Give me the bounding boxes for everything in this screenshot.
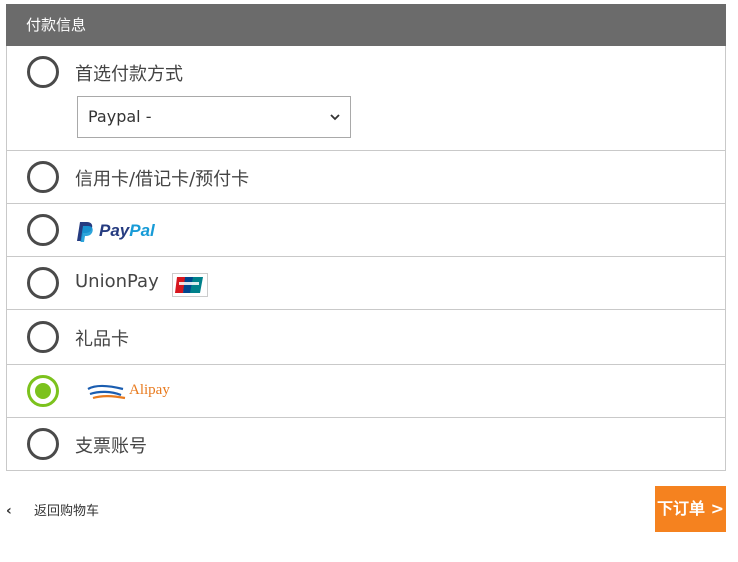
radio-card[interactable] bbox=[27, 161, 59, 193]
option-alipay[interactable]: Alipay bbox=[7, 364, 725, 417]
chevron-left-icon: ‹ bbox=[6, 503, 12, 519]
preferred-method-value: Paypal - bbox=[88, 107, 152, 126]
option-giftcard[interactable]: 礼品卡 bbox=[7, 309, 725, 364]
option-preferred[interactable]: 首选付款方式 Paypal - bbox=[7, 46, 725, 150]
paypal-wordmark: PayPal bbox=[99, 221, 155, 240]
chevron-down-icon bbox=[330, 97, 340, 153]
radio-paypal[interactable] bbox=[27, 214, 59, 246]
option-card-label: 信用卡/借记卡/预付卡 bbox=[75, 169, 250, 190]
option-preferred-label: 首选付款方式 bbox=[75, 64, 183, 85]
option-check[interactable]: 支票账号 bbox=[7, 417, 725, 470]
back-to-cart-label: 返回购物车 bbox=[34, 504, 100, 519]
option-giftcard-label: 礼品卡 bbox=[75, 329, 129, 350]
radio-check[interactable] bbox=[27, 428, 59, 460]
radio-preferred[interactable] bbox=[27, 56, 59, 88]
alipay-icon bbox=[85, 381, 127, 401]
radio-giftcard[interactable] bbox=[27, 321, 59, 353]
preferred-method-select[interactable]: Paypal - bbox=[77, 96, 351, 138]
option-check-label: 支票账号 bbox=[75, 436, 147, 457]
payment-header: 付款信息 bbox=[6, 4, 726, 46]
option-card[interactable]: 信用卡/借记卡/预付卡 bbox=[7, 150, 725, 203]
option-unionpay[interactable]: UnionPay bbox=[7, 256, 725, 309]
place-order-button[interactable]: 下订单 > bbox=[655, 486, 726, 532]
payment-panel: 付款信息 首选付款方式 Paypal - 信用卡/借记卡/预付卡 PayPal … bbox=[6, 4, 726, 471]
option-unionpay-label: UnionPay bbox=[75, 271, 159, 292]
back-to-cart-link[interactable]: ‹ 返回购物车 bbox=[6, 500, 99, 519]
unionpay-logo-icon bbox=[172, 273, 208, 297]
paypal-icon bbox=[75, 220, 95, 244]
radio-unionpay[interactable] bbox=[27, 267, 59, 299]
option-paypal[interactable]: PayPal bbox=[7, 203, 725, 256]
payment-options-list: 首选付款方式 Paypal - 信用卡/借记卡/预付卡 PayPal Union… bbox=[6, 46, 726, 471]
payment-header-title: 付款信息 bbox=[26, 16, 87, 34]
alipay-wordmark: Alipay bbox=[129, 382, 170, 398]
radio-alipay[interactable] bbox=[27, 375, 59, 407]
